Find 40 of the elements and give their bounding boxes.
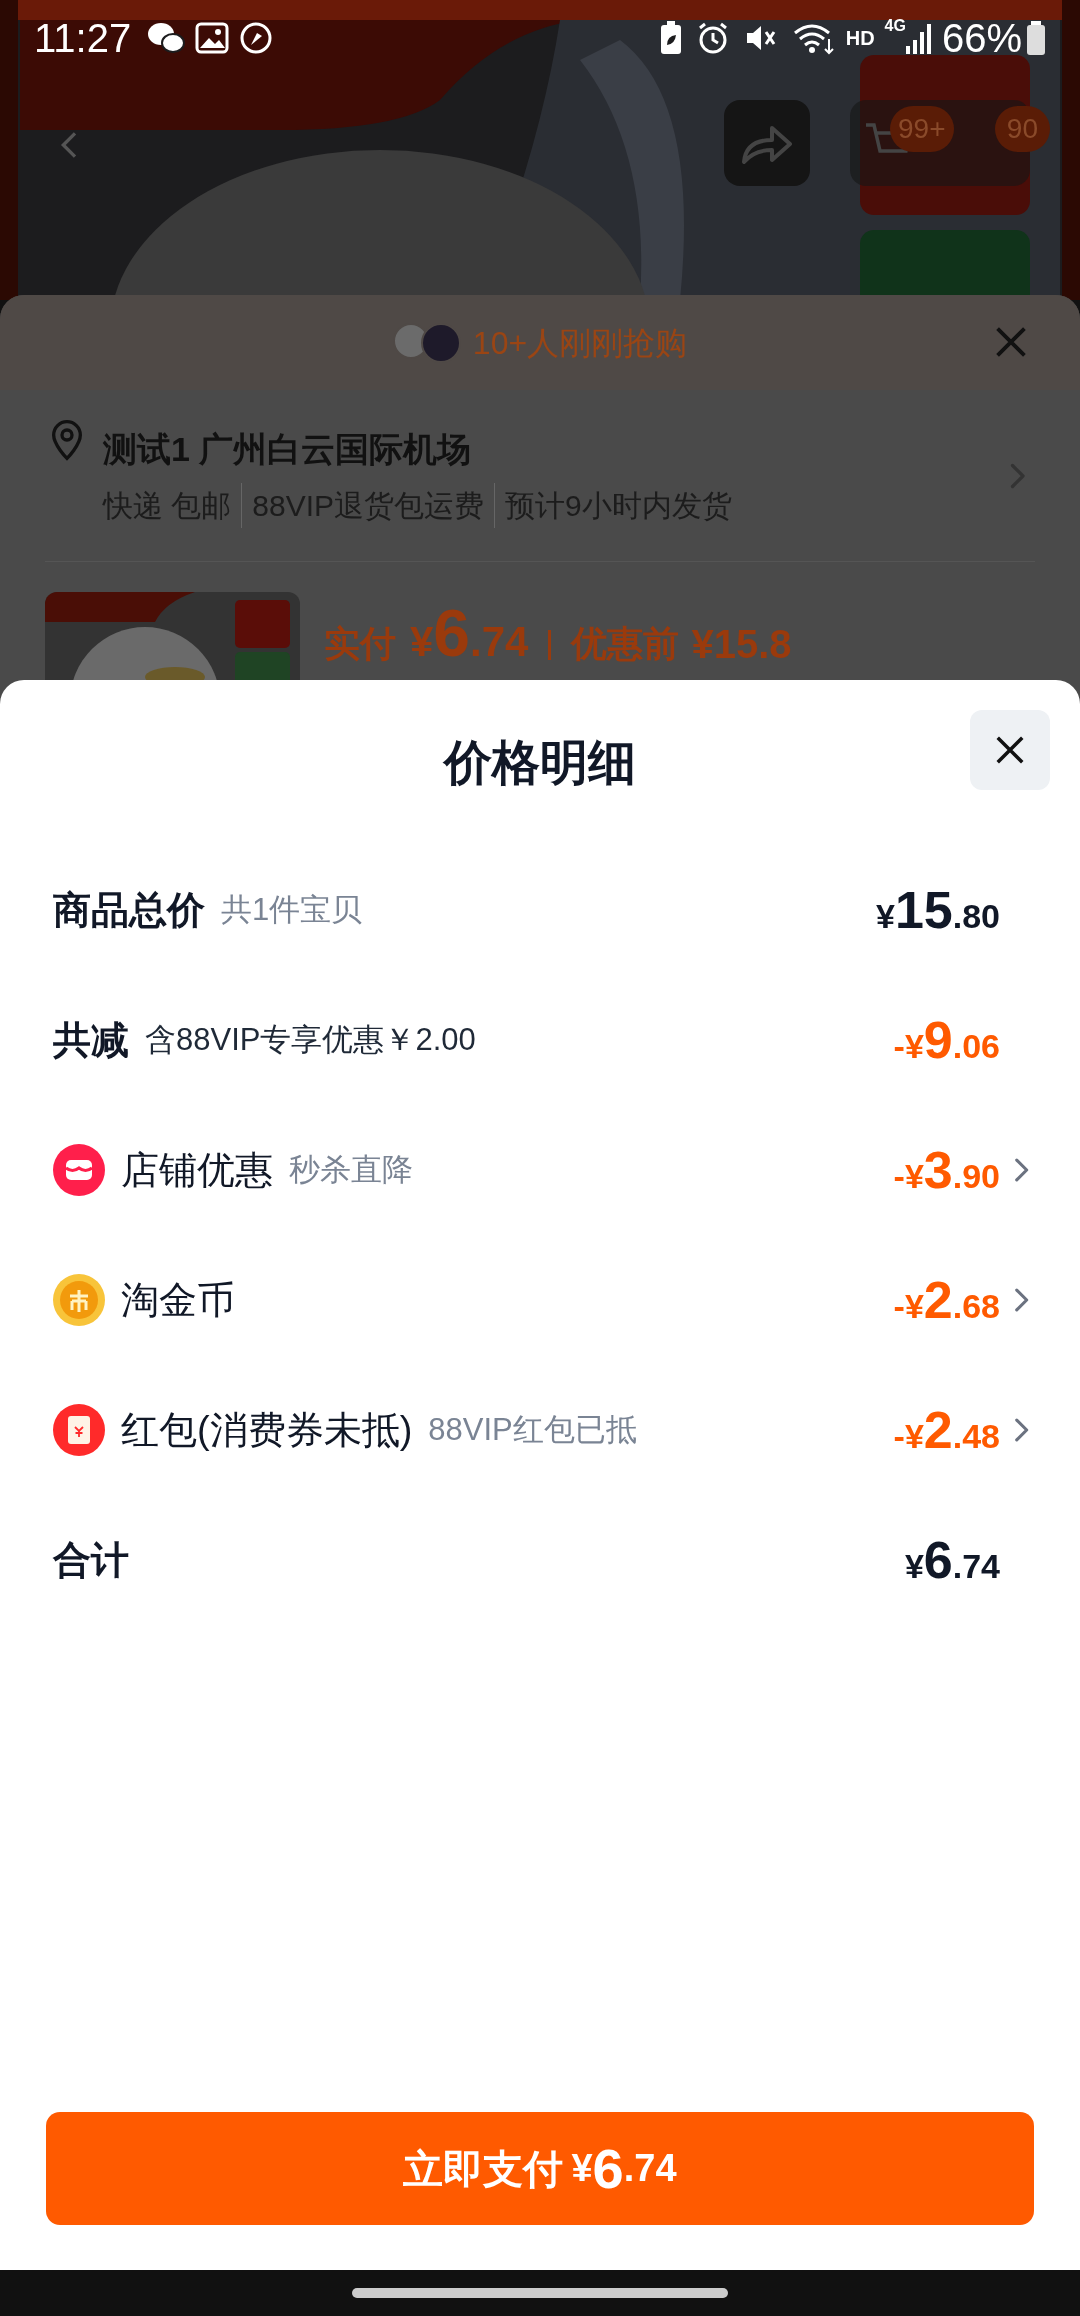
row-amount: ¥15.80 xyxy=(875,884,1000,936)
original-price: ¥15.8 xyxy=(691,624,792,664)
row-label: 商品总价 xyxy=(53,887,205,933)
paid-label: 实付 xyxy=(324,626,396,662)
row-note: 88VIP红包已抵 xyxy=(428,1410,637,1449)
row-amount: -¥3.90 xyxy=(893,1144,1000,1196)
original-label: 优惠前 xyxy=(571,626,680,662)
envelope-icon xyxy=(53,1404,105,1456)
close-button[interactable] xyxy=(970,710,1050,790)
row-label: 合计 xyxy=(53,1537,129,1583)
row-label: 店铺优惠 xyxy=(121,1147,273,1193)
chat-icon xyxy=(147,20,186,55)
row-note: 共1件宝贝 xyxy=(221,890,363,929)
discount-row[interactable]: 红包(消费券未抵) 88VIP红包已抵 -¥2.48 xyxy=(0,1365,1080,1495)
discount-row[interactable]: 淘金币 -¥2.68 xyxy=(0,1235,1080,1365)
paid-price: ¥6.74 xyxy=(410,600,529,666)
row-label: 红包(消费券未抵) xyxy=(121,1407,413,1453)
coin-icon xyxy=(53,1274,105,1326)
address-title: 测试1 广州白云国际机场 xyxy=(103,428,473,470)
share-button[interactable] xyxy=(724,100,810,186)
cell-label: 4G xyxy=(884,16,906,36)
row-amount: -¥2.48 xyxy=(893,1404,1000,1456)
battery-icon xyxy=(1026,20,1046,55)
status-time: 11:27 xyxy=(34,17,132,58)
row-note: 含88VIP专享优惠￥2.00 xyxy=(145,1020,476,1059)
buyers-text: 10+人刚刚抢购 xyxy=(472,323,688,363)
row-amount: -¥9.06 xyxy=(893,1014,1000,1066)
row-label: 淘金币 xyxy=(121,1277,235,1323)
row-amount: -¥2.68 xyxy=(893,1274,1000,1326)
network-label: HD xyxy=(845,25,875,51)
battery-percent: 66% xyxy=(941,17,1022,58)
discount-row[interactable]: 店铺优惠 秒杀直降 -¥3.90 xyxy=(0,1105,1080,1235)
signal-icon xyxy=(905,21,932,54)
row-note: 秒杀直降 xyxy=(289,1150,413,1189)
app-icon xyxy=(239,20,274,55)
row-amount: ¥6.74 xyxy=(904,1534,1000,1586)
sheet-title: 价格明细 xyxy=(444,734,636,791)
image-icon xyxy=(195,21,230,54)
store-icon xyxy=(53,1144,105,1196)
row-label: 共减 xyxy=(53,1017,129,1063)
